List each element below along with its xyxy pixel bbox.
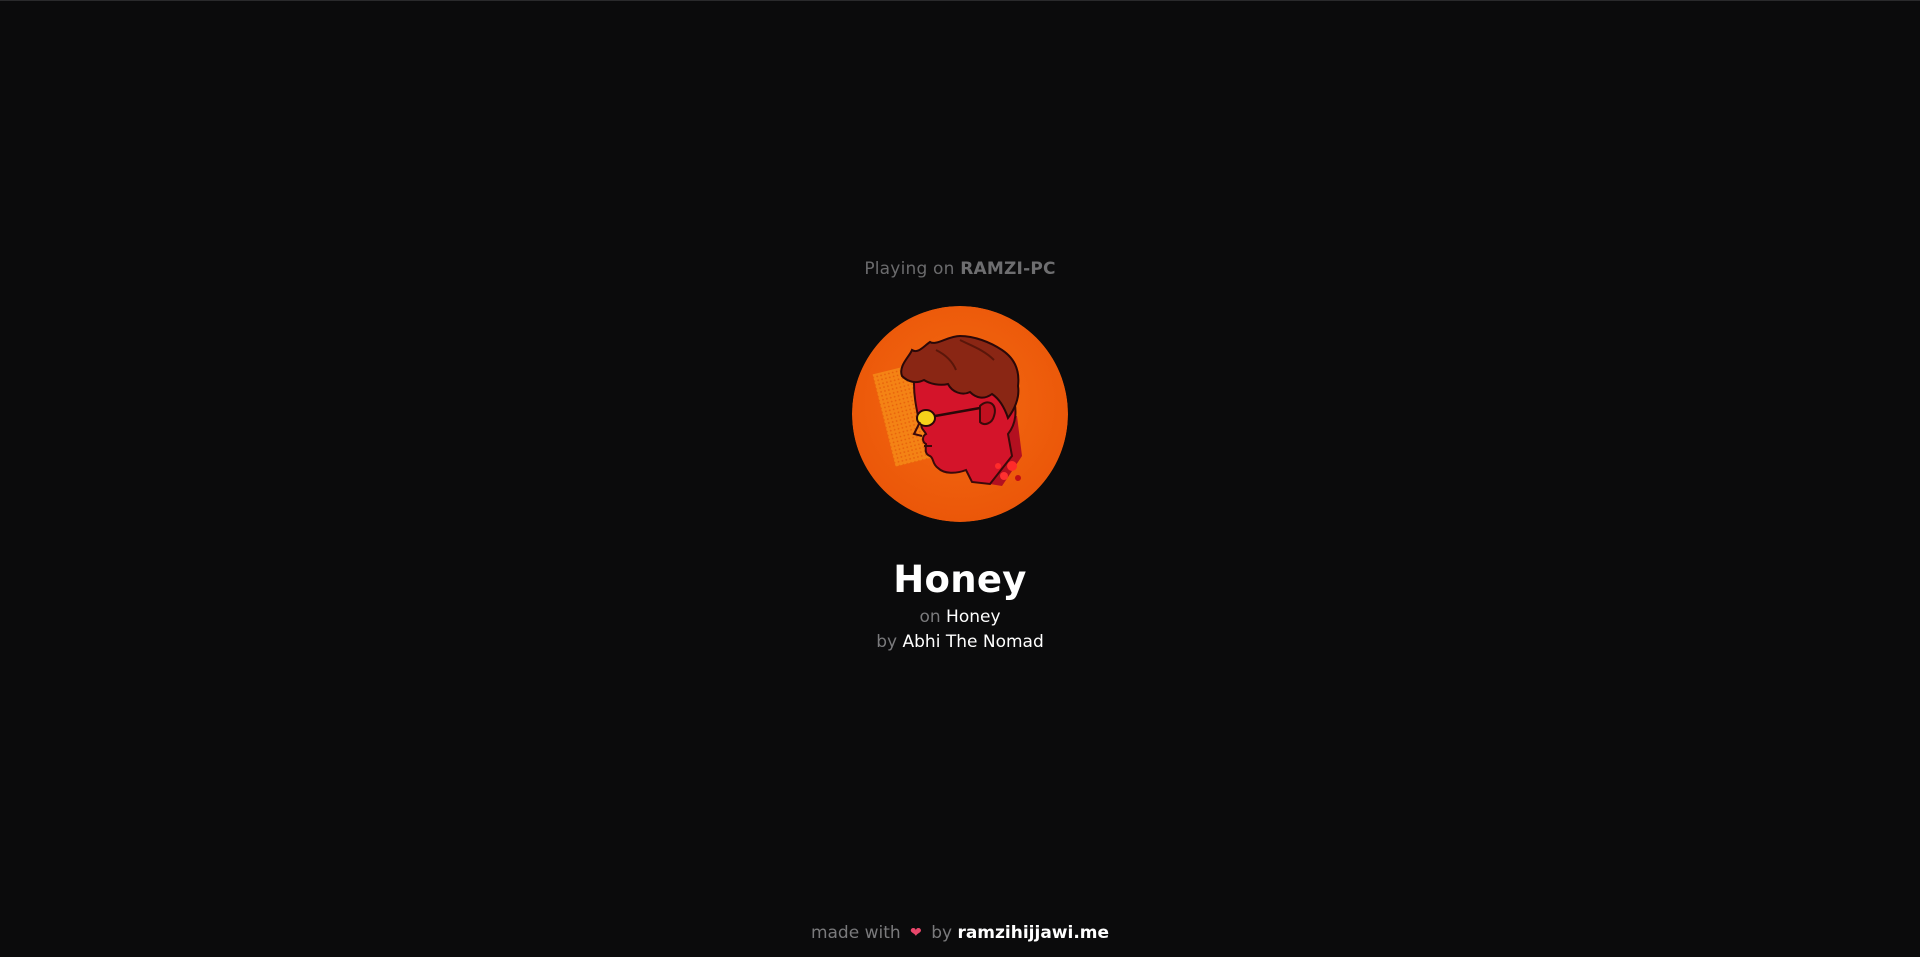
playing-on-prefix: Playing on — [864, 259, 955, 279]
device-name: RAMZI-PC — [960, 259, 1056, 279]
artist-prefix: by — [876, 632, 898, 652]
album-line: on Honey — [0, 607, 1920, 627]
playing-on-label: Playing on RAMZI-PC — [0, 259, 1920, 279]
heart-icon: ❤ — [910, 925, 922, 941]
footer-site-link[interactable]: ramzihijjawi.me — [957, 923, 1109, 943]
footer: made with ❤ by ramzihijjawi.me — [0, 923, 1920, 943]
footer-by: by — [931, 923, 953, 943]
now-playing-page: Playing on RAMZI-PC Honey on Honey by Ab… — [0, 0, 1920, 957]
album-art-image — [852, 306, 1068, 522]
album-name: Honey — [946, 607, 1001, 627]
artist-name: Abhi The Nomad — [902, 632, 1044, 652]
song-title: Honey — [893, 558, 1027, 601]
album-prefix: on — [919, 607, 941, 627]
album-art — [852, 306, 1068, 522]
footer-made-with: made with — [810, 923, 901, 943]
artist-line: by Abhi The Nomad — [0, 632, 1920, 652]
